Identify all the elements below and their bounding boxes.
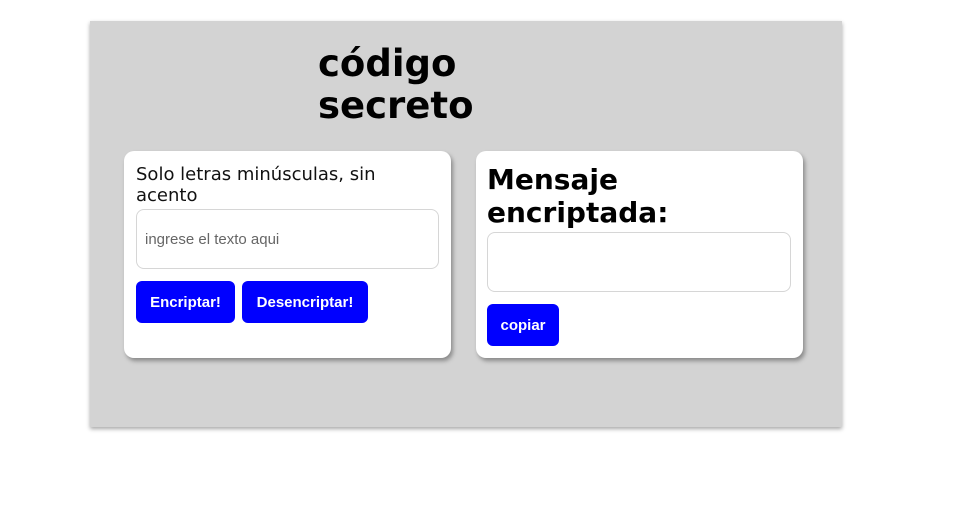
input-panel: Solo letras minúsculas, sin acento Encri… — [124, 151, 451, 358]
copy-button[interactable]: copiar — [487, 304, 559, 346]
app-container: código secreto Solo letras minúsculas, s… — [90, 21, 842, 427]
input-instructions: Solo letras minúsculas, sin acento — [136, 164, 376, 206]
output-textarea[interactable] — [487, 232, 791, 292]
encrypt-button[interactable]: Encriptar! — [136, 281, 235, 323]
output-title: Mensaje encriptada: — [487, 163, 669, 229]
output-panel: Mensaje encriptada: copiar — [476, 151, 803, 358]
page-title: código secreto — [318, 42, 474, 127]
text-input[interactable] — [136, 209, 439, 269]
decrypt-button[interactable]: Desencriptar! — [242, 281, 368, 323]
